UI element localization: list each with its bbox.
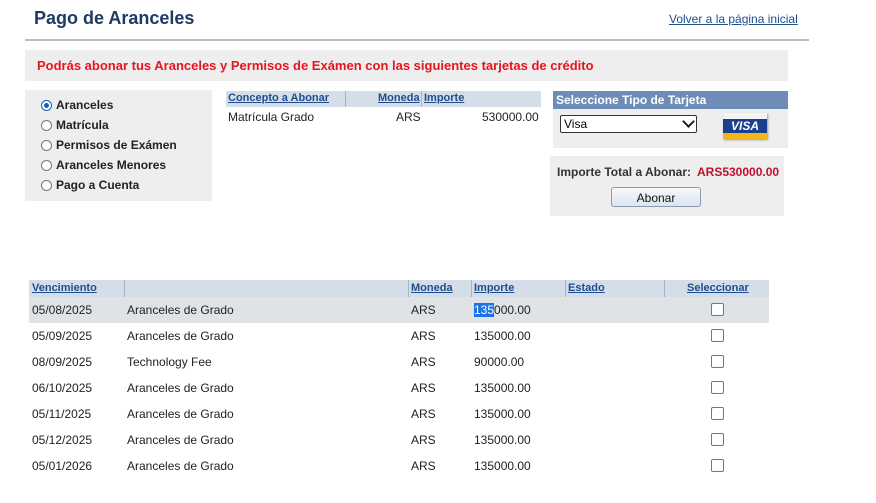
radio-matricula[interactable]: Matrícula <box>41 116 109 134</box>
amount-cell: 530000.00 <box>482 110 539 124</box>
currency-cell: ARS <box>411 459 436 473</box>
concept-cell: Aranceles de Grado <box>127 433 234 447</box>
column-divider <box>124 280 125 297</box>
currency-cell: ARS <box>411 355 436 369</box>
radio-pago-a-cuenta[interactable]: Pago a Cuenta <box>41 176 139 194</box>
radio-permisos-examen[interactable]: Permisos de Exámen <box>41 136 177 154</box>
amount-cell: 135000.00 <box>474 407 531 421</box>
radio-aranceles-menores[interactable]: Aranceles Menores <box>41 156 166 174</box>
currency-cell: ARS <box>411 407 436 421</box>
select-checkbox[interactable] <box>711 355 724 368</box>
due-date-cell: 05/08/2025 <box>32 303 93 317</box>
table-row[interactable]: 05/08/2025 Aranceles de Grado ARS 135000… <box>29 297 769 323</box>
radio-label: Permisos de Exámen <box>56 138 177 152</box>
radio-checked-icon[interactable] <box>41 99 52 111</box>
header-concepto[interactable]: Concepto a Abonar <box>228 92 329 104</box>
visa-logo: VISA <box>723 113 767 139</box>
radio-unchecked-icon[interactable] <box>41 179 52 191</box>
header-importe[interactable]: Importe <box>424 92 464 104</box>
amount-cell: 90000.00 <box>474 355 525 369</box>
card-type-panel: Seleccione Tipo de Tarjeta Visa VISA <box>553 91 788 148</box>
radio-label: Aranceles <box>56 98 114 112</box>
select-checkbox[interactable] <box>711 303 724 316</box>
amount-cell: 135000.00 <box>474 381 531 395</box>
concept-table-header: Concepto a Abonar Moneda Importe <box>226 91 541 107</box>
radio-unchecked-icon[interactable] <box>41 119 52 131</box>
concept-cell: Aranceles de Grado <box>127 407 234 421</box>
radio-unchecked-icon[interactable] <box>41 139 52 151</box>
total-label: Importe Total a Abonar: <box>557 165 692 179</box>
table-row[interactable]: 05/11/2025 Aranceles de Grado ARS 135000… <box>29 401 769 427</box>
concept-cell: Matrícula Grado <box>228 110 315 124</box>
currency-cell: ARS <box>411 303 436 317</box>
amount-cell: 135000.00 <box>474 433 531 447</box>
back-to-home-link[interactable]: Volver a la página inicial <box>669 12 798 26</box>
concept-cell: Aranceles de Grado <box>127 381 234 395</box>
due-date-cell: 05/11/2025 <box>32 407 92 421</box>
page-title: Pago de Aranceles <box>34 8 195 28</box>
radio-label: Aranceles Menores <box>56 158 167 172</box>
due-date-cell: 08/09/2025 <box>32 355 93 369</box>
pay-button[interactable]: Abonar <box>611 187 701 207</box>
amount-cell: 135000.00 <box>474 303 531 317</box>
radio-aranceles[interactable]: Aranceles <box>41 96 113 114</box>
due-date-cell: 05/01/2026 <box>32 459 93 473</box>
table-row[interactable]: 06/10/2025 Aranceles de Grado ARS 135000… <box>29 375 769 401</box>
due-date-cell: 06/10/2025 <box>32 381 93 395</box>
header-vencimiento[interactable]: Vencimiento <box>32 282 97 294</box>
select-checkbox[interactable] <box>711 433 724 446</box>
header-moneda[interactable]: Moneda <box>411 282 453 294</box>
currency-cell: ARS <box>411 433 436 447</box>
header-estado[interactable]: Estado <box>568 282 605 294</box>
column-divider <box>664 280 665 297</box>
notice-text: Podrás abonar tus Aranceles y Permisos d… <box>37 58 594 73</box>
visa-logo-text: VISA <box>730 119 759 133</box>
radio-label: Pago a Cuenta <box>56 178 140 192</box>
selected-text: 135 <box>474 303 495 317</box>
select-checkbox[interactable] <box>711 407 724 420</box>
total-panel: Importe Total a Abonar: ARS530000.00 Abo… <box>550 156 784 216</box>
header-moneda[interactable]: Moneda <box>378 92 420 104</box>
column-divider <box>471 280 472 297</box>
radio-label: Matrícula <box>56 118 109 132</box>
select-checkbox[interactable] <box>711 459 724 472</box>
table-row[interactable]: 05/01/2026 Aranceles de Grado ARS 135000… <box>29 453 769 479</box>
concept-cell: Aranceles de Grado <box>127 329 234 343</box>
amount-cell: 135000.00 <box>474 459 531 473</box>
column-divider <box>565 280 566 297</box>
amount-cell: 135000.00 <box>474 329 531 343</box>
header-seleccionar[interactable]: Seleccionar <box>687 282 749 294</box>
table-row[interactable]: 05/09/2025 Aranceles de Grado ARS 135000… <box>29 323 769 349</box>
card-panel-header: Seleccione Tipo de Tarjeta <box>553 91 788 109</box>
concept-cell: Aranceles de Grado <box>127 459 234 473</box>
payment-type-group: Aranceles Matrícula Permisos de Exámen A… <box>25 90 212 201</box>
select-checkbox[interactable] <box>711 329 724 342</box>
due-date-cell: 05/12/2025 <box>32 433 93 447</box>
radio-unchecked-icon[interactable] <box>41 159 52 171</box>
concept-cell: Aranceles de Grado <box>127 303 234 317</box>
column-divider <box>408 280 409 297</box>
card-select-value: Visa <box>564 117 588 131</box>
currency-cell: ARS <box>396 110 421 124</box>
table-row[interactable]: 05/12/2025 Aranceles de Grado ARS 135000… <box>29 427 769 453</box>
notice-banner: Podrás abonar tus Aranceles y Permisos d… <box>25 50 788 81</box>
due-table-header: Vencimiento Moneda Importe Estado Selecc… <box>29 280 769 297</box>
concept-cell: Technology Fee <box>127 355 212 369</box>
due-date-cell: 05/09/2025 <box>32 329 93 343</box>
amount-rest: 000.00 <box>494 303 531 317</box>
currency-cell: ARS <box>411 329 436 343</box>
header-importe[interactable]: Importe <box>474 282 514 294</box>
chevron-down-icon <box>682 115 695 128</box>
total-value: ARS530000.00 <box>697 165 780 179</box>
column-divider <box>421 91 422 107</box>
table-row[interactable]: 08/09/2025 Technology Fee ARS 90000.00 <box>29 349 769 375</box>
currency-cell: ARS <box>411 381 436 395</box>
card-type-select[interactable]: Visa <box>560 115 697 133</box>
select-checkbox[interactable] <box>711 381 724 394</box>
column-divider <box>345 91 346 107</box>
title-divider <box>25 39 809 41</box>
